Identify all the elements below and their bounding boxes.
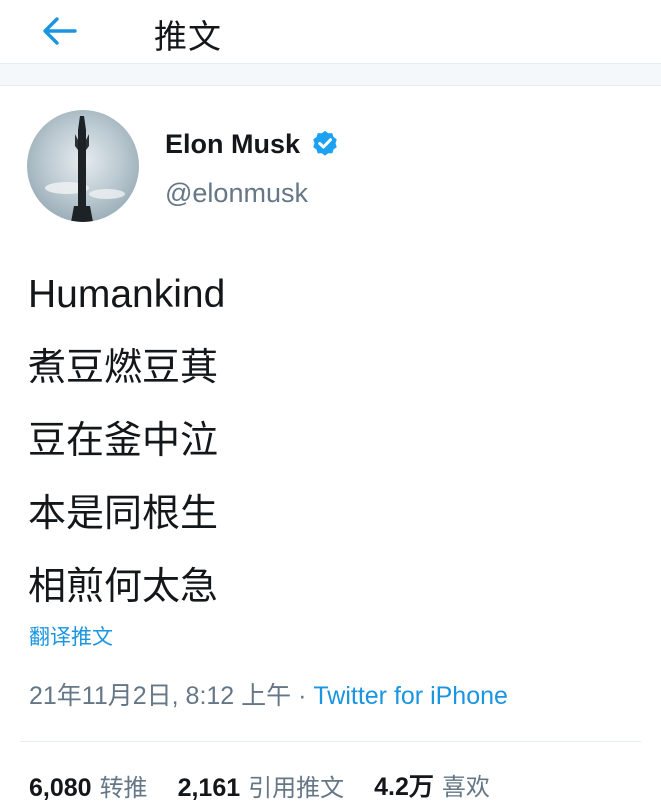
retweets-label: 转推: [99, 773, 148, 802]
avatar[interactable]: [27, 110, 139, 222]
header-spacer: [0, 64, 661, 86]
tweet-line: 本是同根生: [28, 491, 219, 535]
author-name-row: Elon Musk: [165, 124, 340, 164]
source-link[interactable]: Twitter for iPhone: [313, 682, 508, 710]
tweet-body: Humankind 煮豆燃豆萁 豆在釜中泣 本是同根生 相煎何太急: [28, 258, 638, 623]
quotes-stat[interactable]: 2,161 引用推文: [178, 768, 345, 803]
quotes-label: 引用推文: [248, 773, 345, 802]
top-bar: 推文: [0, 0, 661, 64]
verified-badge-icon: [313, 130, 337, 156]
page-title: 推文: [154, 17, 222, 56]
timestamp[interactable]: 21年11月2日, 8:12 上午: [29, 682, 291, 710]
tweet-meta: 21年11月2日, 8:12 上午 · Twitter for iPhone: [29, 676, 508, 712]
likes-stat[interactable]: 4.2万 喜欢: [374, 767, 490, 803]
author-handle: @elonmusk: [165, 178, 308, 208]
tweet-detail-screen: 推文 Elon Musk @elonmusk Humankind 煮豆燃豆萁 豆…: [0, 0, 661, 811]
likes-count: 4.2万: [374, 773, 434, 801]
tweet-line: 相煎何太急: [28, 564, 219, 608]
quotes-count: 2,161: [177, 773, 241, 802]
author-name[interactable]: Elon Musk: [165, 129, 300, 160]
tweet-line: Humankind: [28, 273, 226, 316]
divider: [20, 741, 641, 742]
arrow-left-icon: [43, 17, 77, 45]
tweet-line: 煮豆燃豆萁: [28, 345, 219, 389]
retweets-stat[interactable]: 6,080 转推: [29, 768, 148, 803]
likes-label: 喜欢: [441, 773, 490, 801]
engagement-stats: 6,080 转推 2,161 引用推文 4.2万 喜欢: [29, 765, 520, 805]
back-button[interactable]: [38, 14, 82, 48]
tweet-line: 豆在釜中泣: [28, 418, 219, 462]
retweets-count: 6,080: [29, 773, 92, 802]
meta-separator: ·: [291, 682, 314, 710]
translate-tweet-link[interactable]: 翻译推文: [29, 621, 113, 651]
